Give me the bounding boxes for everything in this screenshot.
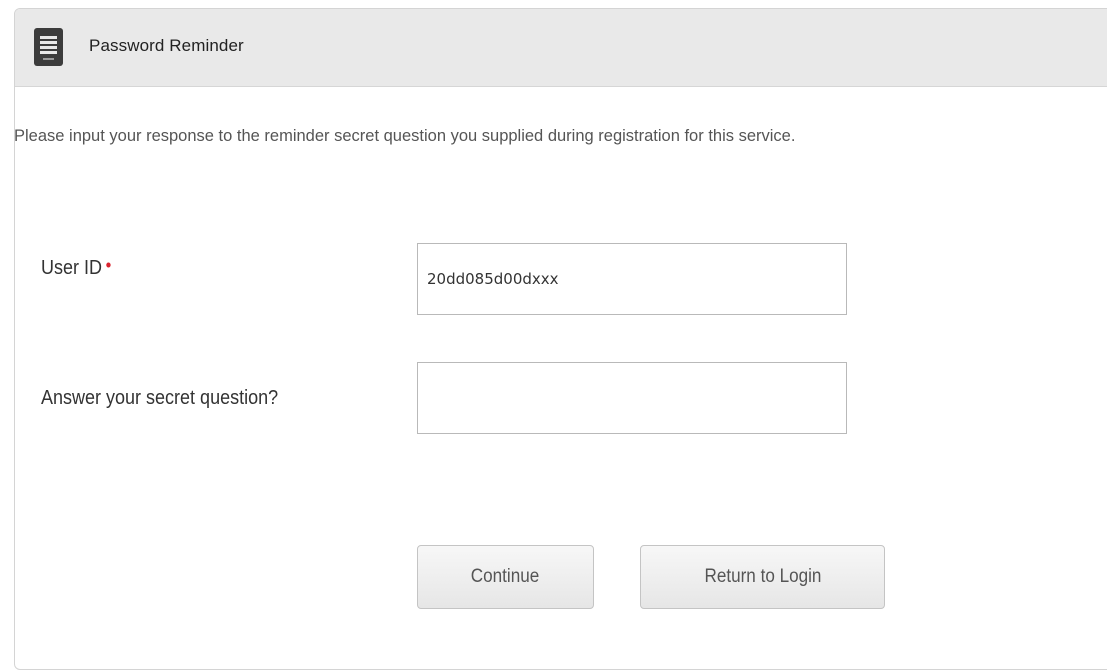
document-list-icon: [34, 28, 63, 66]
user-id-label-text: User ID: [41, 257, 103, 279]
return-to-login-button-label: Return to Login: [704, 566, 821, 587]
panel-header: Password Reminder: [15, 9, 1107, 87]
user-id-input[interactable]: [417, 243, 847, 315]
secret-answer-input[interactable]: [417, 362, 847, 434]
panel-title: Password Reminder: [89, 36, 244, 55]
user-id-label: User ID •: [41, 255, 112, 280]
required-marker: •: [105, 255, 112, 275]
continue-button-label: Continue: [471, 566, 540, 587]
intro-text: Please input your response to the remind…: [14, 127, 796, 145]
secret-answer-label: Answer your secret question?: [41, 387, 279, 409]
continue-button[interactable]: Continue: [417, 545, 594, 609]
return-to-login-button[interactable]: Return to Login: [640, 545, 885, 609]
